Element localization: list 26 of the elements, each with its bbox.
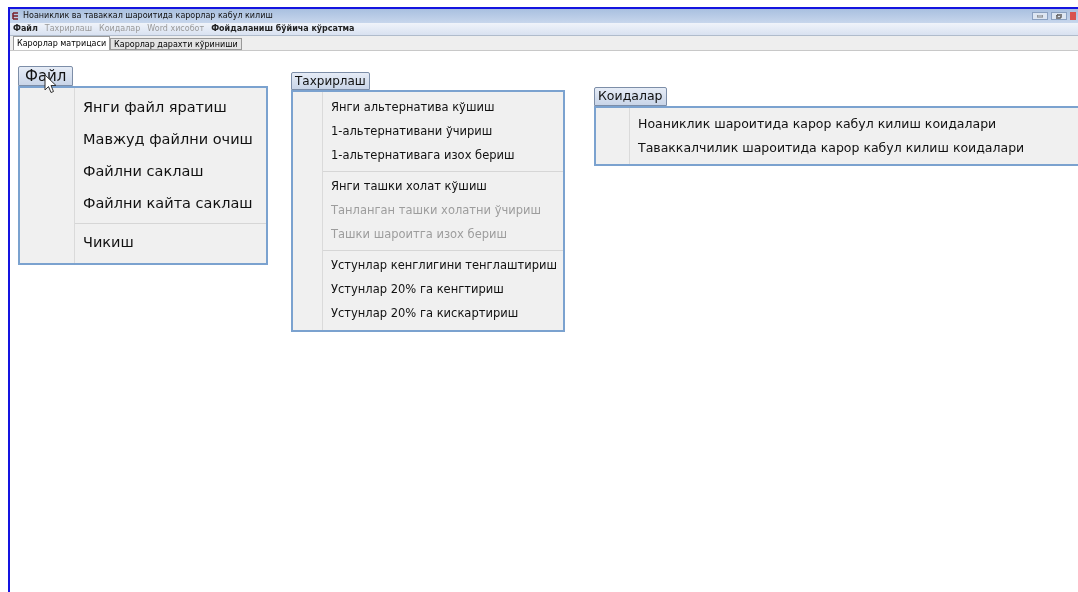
- menu-item[interactable]: 1-альтернативага изох бериш: [331, 147, 515, 165]
- menu-item[interactable]: Фойдаланиш бўйича кўрсатма: [211, 23, 355, 35]
- menu-item[interactable]: 1-альтернативани ўчириш: [331, 123, 493, 141]
- menu-title-button[interactable]: Тахрирлаш: [291, 72, 370, 90]
- window-title: Ноаниклик ва таваккал шароитида карорлар кабул килиш: [23, 10, 273, 22]
- tab[interactable]: Карорлар дарахти кўриниши: [110, 38, 242, 50]
- menu-title-button[interactable]: Коидалар: [594, 87, 667, 106]
- menu-item[interactable]: Устунлар 20% га кискартириш: [331, 305, 519, 323]
- minimize-button[interactable]: [1032, 12, 1048, 20]
- restore-icon: [1056, 13, 1062, 19]
- app-icon: [12, 12, 20, 20]
- menu-item[interactable]: Файл: [13, 23, 38, 35]
- minimize-icon: [1037, 14, 1043, 18]
- menu-item[interactable]: Янги альтернатива кўшиш: [331, 99, 495, 117]
- restore-button[interactable]: [1051, 12, 1067, 20]
- menu-item[interactable]: Файлни кайта саклаш: [83, 193, 253, 215]
- menu-item[interactable]: Таваккалчилик шароитида карор кабул килиш коидалари: [638, 138, 1025, 158]
- menu-item[interactable]: Янги файл яратиш: [83, 97, 227, 119]
- menu-item[interactable]: Чикиш: [83, 232, 134, 254]
- menu-item[interactable]: Файлни саклаш: [83, 161, 204, 183]
- tab[interactable]: Карорлар матрицаси: [13, 36, 111, 50]
- menu-item[interactable]: Ноаниклик шароитида карор кабул килиш коидалари: [638, 114, 997, 134]
- menu-item[interactable]: Устунлар кенглигини тенглаштириш: [331, 257, 557, 275]
- menu-item[interactable]: Мавжуд файлни очиш: [83, 129, 253, 151]
- menu-item[interactable]: Янги ташки холат кўшиш: [331, 178, 487, 196]
- menu-item[interactable]: Устунлар 20% га кенгтириш: [331, 281, 504, 299]
